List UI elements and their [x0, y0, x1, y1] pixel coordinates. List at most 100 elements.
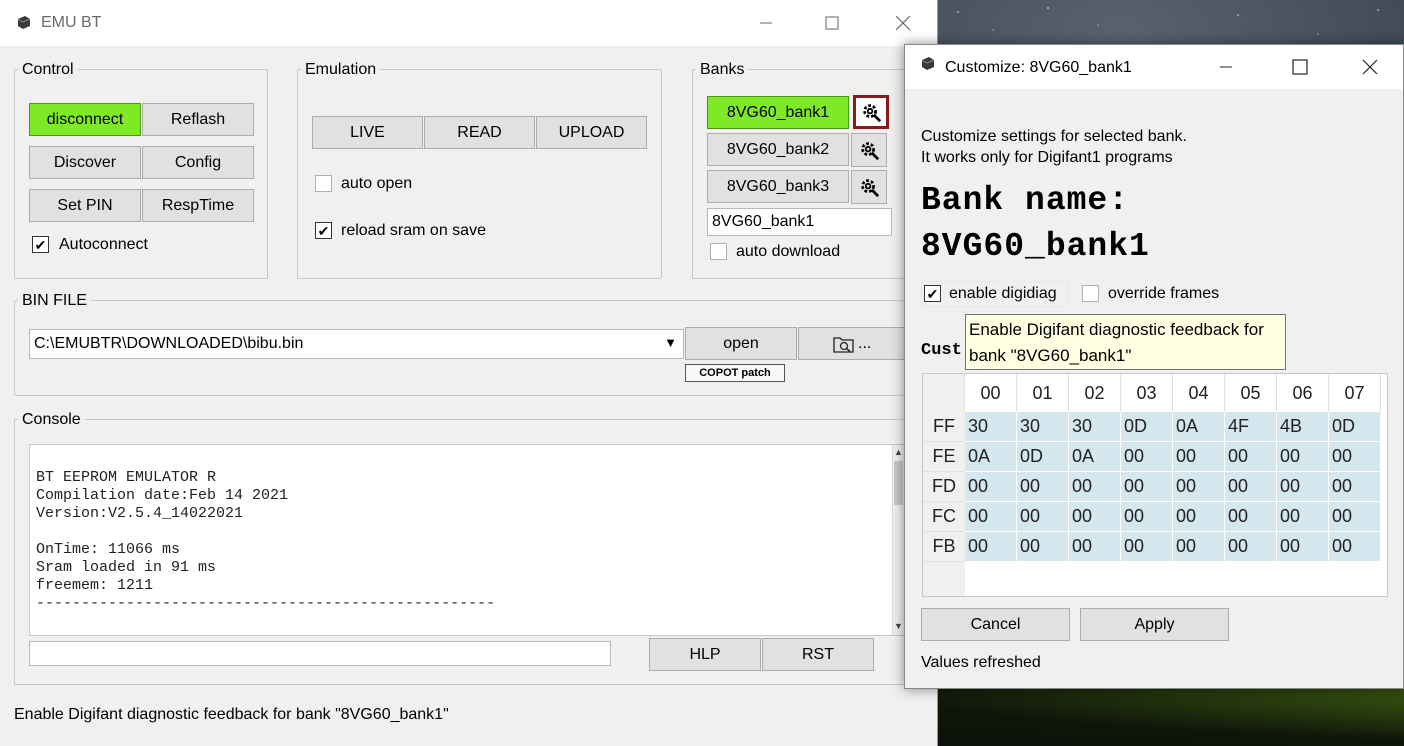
grid-column-header[interactable]: 04 [1173, 374, 1225, 412]
override-frames-checkbox[interactable] [1082, 285, 1099, 302]
console-command-input[interactable] [29, 641, 611, 666]
rst-button[interactable]: RST [762, 638, 874, 671]
hex-grid[interactable]: 00 01 02 03 04 05 06 07 FF 30 30 30 0D 0A 4F 4B 0D FE 0A 0D… [922, 373, 1388, 597]
enable-digidiag-checkbox[interactable]: ✔ [924, 285, 941, 302]
grid-column-header[interactable]: 06 [1277, 374, 1329, 412]
scroll-down-icon[interactable]: ▼ [894, 621, 903, 631]
grid-cell[interactable]: 00 [1173, 442, 1225, 472]
read-button[interactable]: READ [424, 116, 535, 149]
grid-cell[interactable]: 00 [1225, 502, 1277, 532]
grid-cell[interactable]: 00 [1225, 472, 1277, 502]
hlp-button[interactable]: HLP [649, 638, 761, 671]
grid-cell[interactable]: 00 [965, 502, 1017, 532]
grid-row-header[interactable]: FF [923, 412, 965, 442]
grid-cell[interactable]: 00 [1121, 442, 1173, 472]
config-button[interactable]: Config [142, 146, 254, 179]
grid-cell[interactable]: 0D [1329, 412, 1381, 442]
grid-row-header[interactable]: FC [923, 502, 965, 532]
console-output[interactable]: BT EEPROM EMULATOR R Compilation date:Fe… [29, 444, 905, 636]
grid-cell[interactable]: 00 [1329, 532, 1381, 562]
auto-download-checkbox[interactable] [710, 243, 727, 260]
bank3-settings-button[interactable] [851, 170, 887, 204]
chevron-down-icon[interactable]: ▼ [664, 335, 677, 350]
grid-cell[interactable]: 4F [1225, 412, 1277, 442]
console-scrollbar[interactable]: ▲ ▼ [892, 445, 904, 635]
scroll-thumb[interactable] [894, 461, 903, 505]
grid-cell[interactable]: 00 [1069, 502, 1121, 532]
grid-cell[interactable]: 00 [1173, 532, 1225, 562]
grid-cell[interactable]: 0D [1017, 442, 1069, 472]
bank1-settings-button[interactable] [853, 95, 889, 129]
copot-patch-button[interactable]: COPOT patch [685, 364, 785, 382]
grid-cell[interactable]: 30 [1069, 412, 1121, 442]
maximize-icon[interactable] [809, 3, 855, 43]
grid-row-header[interactable]: FD [923, 472, 965, 502]
dialog-title: Customize: 8VG60_bank1 [945, 59, 1132, 76]
cancel-button[interactable]: Cancel [921, 608, 1070, 641]
grid-column-header[interactable]: 07 [1329, 374, 1381, 412]
maximize-icon[interactable] [1277, 47, 1323, 87]
discover-button[interactable]: Discover [29, 146, 141, 179]
close-icon[interactable] [880, 3, 926, 43]
bin-path-combobox[interactable]: C:\EMUBTR\DOWNLOADED\bibu.bin ▼ [29, 329, 684, 359]
browse-button[interactable]: ... [798, 327, 904, 360]
grid-cell[interactable]: 00 [1225, 442, 1277, 472]
grid-cell[interactable]: 00 [1121, 472, 1173, 502]
grid-cell[interactable]: 00 [965, 532, 1017, 562]
dialog-titlebar[interactable]: Customize: 8VG60_bank1 [905, 45, 1403, 89]
grid-cell[interactable]: 00 [1277, 502, 1329, 532]
open-button[interactable]: open [685, 327, 797, 360]
grid-column-header[interactable]: 03 [1121, 374, 1173, 412]
grid-cell[interactable]: 00 [1225, 532, 1277, 562]
grid-cell[interactable]: 0A [1069, 442, 1121, 472]
grid-cell[interactable]: 0A [1173, 412, 1225, 442]
grid-cell[interactable]: 00 [1069, 472, 1121, 502]
minimize-icon[interactable] [743, 3, 789, 43]
grid-column-header[interactable]: 02 [1069, 374, 1121, 412]
grid-cell[interactable]: 00 [1017, 532, 1069, 562]
grid-row-header[interactable]: FE [923, 442, 965, 472]
grid-cell[interactable]: 00 [1173, 472, 1225, 502]
grid-cell[interactable]: 00 [1329, 472, 1381, 502]
grid-cell[interactable]: 00 [1017, 472, 1069, 502]
grid-cell[interactable]: 00 [1277, 442, 1329, 472]
grid-cell[interactable]: 00 [1277, 532, 1329, 562]
grid-cell[interactable]: 30 [965, 412, 1017, 442]
bank1-button[interactable]: 8VG60_bank1 [707, 96, 849, 129]
upload-button[interactable]: UPLOAD [536, 116, 647, 149]
grid-cell[interactable]: 4B [1277, 412, 1329, 442]
scroll-up-icon[interactable]: ▲ [894, 447, 903, 457]
grid-cell[interactable]: 00 [965, 472, 1017, 502]
grid-cell[interactable]: 00 [1121, 532, 1173, 562]
grid-cell[interactable]: 30 [1017, 412, 1069, 442]
bank2-button[interactable]: 8VG60_bank2 [707, 133, 849, 166]
disconnect-button[interactable]: disconnect [29, 103, 141, 136]
grid-cell[interactable]: 00 [1277, 472, 1329, 502]
bank3-button[interactable]: 8VG60_bank3 [707, 170, 849, 203]
grid-cell[interactable]: 00 [1069, 532, 1121, 562]
bank-name-input[interactable]: 8VG60_bank1 [707, 208, 892, 236]
grid-cell[interactable]: 0D [1121, 412, 1173, 442]
close-icon[interactable] [1347, 47, 1393, 87]
apply-button[interactable]: Apply [1080, 608, 1229, 641]
grid-cell[interactable]: 00 [1329, 502, 1381, 532]
set-pin-button[interactable]: Set PIN [29, 189, 141, 222]
autoconnect-checkbox[interactable]: ✔ [32, 236, 49, 253]
resp-time-button[interactable]: RespTime [142, 189, 254, 222]
grid-cell[interactable]: 00 [1329, 442, 1381, 472]
reload-sram-checkbox[interactable]: ✔ [315, 222, 332, 239]
grid-cell[interactable]: 00 [1173, 502, 1225, 532]
main-titlebar[interactable]: EMU BT [0, 0, 937, 46]
grid-row-header[interactable]: FB [923, 532, 965, 562]
bank2-settings-button[interactable] [851, 133, 887, 167]
auto-open-checkbox[interactable] [315, 175, 332, 192]
grid-column-header[interactable]: 05 [1225, 374, 1277, 412]
live-button[interactable]: LIVE [312, 116, 423, 149]
grid-column-header[interactable]: 01 [1017, 374, 1069, 412]
grid-cell[interactable]: 00 [1121, 502, 1173, 532]
grid-column-header[interactable]: 00 [965, 374, 1017, 412]
grid-cell[interactable]: 00 [1017, 502, 1069, 532]
reflash-button[interactable]: Reflash [142, 103, 254, 136]
minimize-icon[interactable] [1203, 47, 1249, 87]
grid-cell[interactable]: 0A [965, 442, 1017, 472]
